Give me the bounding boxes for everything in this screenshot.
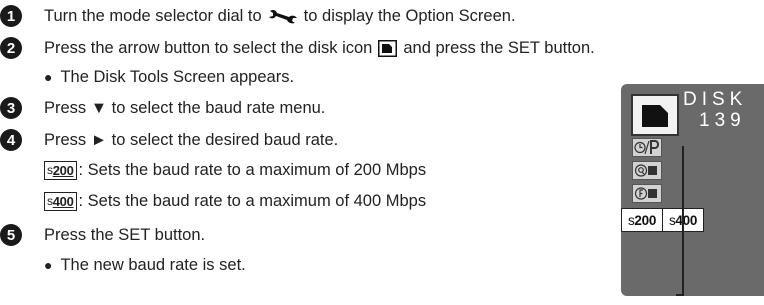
lcd-disk-icon [631,94,679,136]
step-3: 3 Press ▼ to select the baud rate menu. [0,95,325,121]
option-q-icon [632,161,662,180]
step-5-note: ● The new baud rate is set. [44,253,246,277]
disk-icon [378,39,398,57]
lcd-header-text: DISK [683,89,748,110]
bullet: ● [44,257,53,273]
baud-option-400: s 400 : Sets the baud rate to a maximum o… [44,189,426,213]
note-text: The Disk Tools Screen appears. [60,67,295,86]
step-4: 4 Press ► to select the desired baud rat… [0,127,338,153]
step-number: 1 [0,5,22,27]
callout-tick [676,294,684,296]
step-1: 1 Turn the mode selector dial to to disp… [0,3,516,29]
step-number: 4 [0,129,22,151]
timer-p-icon [632,138,662,157]
baud-400-badge: s 400 [44,191,77,211]
lcd-screen: DISK 139 s 200 s 400 [621,84,764,296]
baud-400-desc: : Sets the baud rate to a maximum of 400… [78,191,427,210]
step-text: Press ▼ to select the baud rate menu. [44,98,326,117]
lcd-option-200: s 200 [621,208,663,232]
step-text: Press the arrow button to select the dis… [44,38,373,57]
bullet: ● [44,69,53,85]
step-text: Press the SET button. [44,225,206,244]
note-text: The new baud rate is set. [60,255,246,274]
step-number: 5 [0,224,22,246]
step-text: Turn the mode selector dial to [44,6,262,25]
wrench-icon [268,8,298,24]
step-5: 5 Press the SET button. [0,222,205,248]
step-2-note: ● The Disk Tools Screen appears. [44,65,294,89]
baud-200-desc: : Sets the baud rate to a maximum of 200… [78,160,427,179]
step-2: 2 Press the arrow button to select the d… [0,35,595,61]
lcd-number-text: 139 [699,110,746,131]
step-text: Press ► to select the desired baud rate. [44,130,339,149]
callout-line [682,146,684,296]
step-number: 2 [0,37,22,59]
step-text: and press the SET button. [403,38,595,57]
option-f-icon [632,184,662,203]
step-text: to display the Option Screen. [303,6,516,25]
step-number: 3 [0,97,22,119]
baud-200-badge: s 200 [44,160,77,180]
baud-option-200: s 200 : Sets the baud rate to a maximum o… [44,158,426,182]
